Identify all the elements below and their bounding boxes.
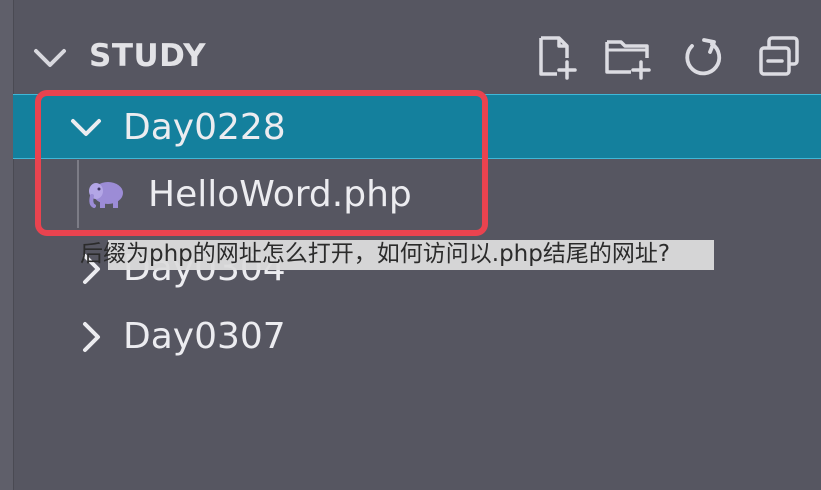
activity-edge xyxy=(0,0,14,490)
caption-overlay: 后缀为php的网址怎么打开，如何访问以.php结尾的网址? xyxy=(80,237,714,271)
highlight-annotation xyxy=(35,90,488,236)
explorer-section-header[interactable]: STUDY xyxy=(13,0,821,96)
tree-item-label: Day0307 xyxy=(123,316,286,357)
new-folder-icon[interactable] xyxy=(603,32,653,82)
chevron-down-icon[interactable] xyxy=(30,38,70,78)
chevron-right-icon xyxy=(83,322,100,352)
tree-item-day0307[interactable]: Day0307 xyxy=(13,304,821,369)
caption-text: 后缀为php的网址怎么打开，如何访问以.php结尾的网址? xyxy=(80,241,671,267)
section-title: STUDY xyxy=(89,38,207,74)
new-file-icon[interactable] xyxy=(531,32,581,82)
refresh-icon[interactable] xyxy=(678,32,728,82)
collapse-all-icon[interactable] xyxy=(755,32,805,82)
